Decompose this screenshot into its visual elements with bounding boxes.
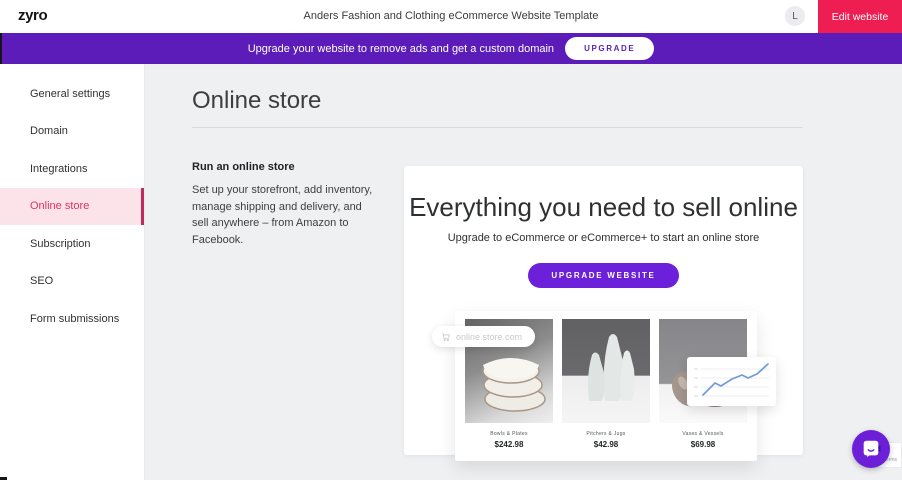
upgrade-banner: Upgrade your website to remove ads and g… bbox=[0, 33, 902, 64]
user-avatar[interactable]: L bbox=[785, 6, 805, 26]
sidebar-item-form-submissions[interactable]: Form submissions bbox=[0, 300, 144, 338]
section-title: Run an online store bbox=[192, 161, 374, 173]
frame-edge-artifact bbox=[0, 33, 2, 64]
section-description: Set up your storefront, add inventory, m… bbox=[192, 182, 374, 248]
sidebar-item-general-settings[interactable]: General settings bbox=[0, 75, 144, 113]
store-url-text: online.store.com bbox=[456, 332, 522, 342]
sidebar-item-online-store[interactable]: Online store bbox=[0, 188, 144, 226]
upgrade-banner-text: Upgrade your website to remove ads and g… bbox=[248, 43, 554, 55]
promo-heading: Everything you need to sell online bbox=[404, 192, 803, 223]
sidebar-item-integrations[interactable]: Integrations bbox=[0, 150, 144, 188]
title-divider bbox=[192, 127, 803, 128]
product-name: Vases & Vessels bbox=[659, 431, 747, 437]
chat-bubble-icon bbox=[860, 438, 882, 460]
store-url-pill: online.store.com bbox=[432, 326, 535, 347]
upgrade-website-button[interactable]: UPGRADE WEBSITE bbox=[528, 263, 678, 288]
sidebar-item-subscription[interactable]: Subscription bbox=[0, 225, 144, 263]
line-chart-icon bbox=[687, 357, 776, 406]
upgrade-button[interactable]: UPGRADE bbox=[565, 37, 654, 60]
product-price: $242.98 bbox=[465, 440, 553, 449]
product-name: Bowls & Plates bbox=[465, 431, 553, 437]
shopping-cart-icon bbox=[441, 332, 451, 342]
chat-widget-button[interactable] bbox=[852, 430, 890, 468]
page-title: Online store bbox=[192, 87, 321, 115]
run-store-section: Run an online store Set up your storefro… bbox=[192, 161, 374, 248]
product-price: $69.98 bbox=[659, 440, 747, 449]
promo-subheading: Upgrade to eCommerce or eCommerce+ to st… bbox=[404, 232, 803, 244]
edit-website-button[interactable]: Edit website bbox=[818, 0, 902, 33]
ecommerce-promo-card: Everything you need to sell online Upgra… bbox=[404, 166, 803, 455]
site-title: Anders Fashion and Clothing eCommerce We… bbox=[0, 10, 902, 22]
sidebar-item-seo[interactable]: SEO bbox=[0, 263, 144, 301]
sales-chart-card bbox=[687, 357, 776, 406]
top-bar: zyro Anders Fashion and Clothing eCommer… bbox=[0, 0, 902, 33]
product-name: Pitchers & Jugs bbox=[562, 431, 650, 437]
pitchers-product-image bbox=[562, 319, 650, 423]
product-card: Pitchers & Jugs $42.98 bbox=[562, 319, 650, 449]
sidebar-item-domain[interactable]: Domain bbox=[0, 113, 144, 151]
settings-sidebar: General settings Domain Integrations Onl… bbox=[0, 64, 145, 480]
product-price: $42.98 bbox=[562, 440, 650, 449]
pitchers-illustration bbox=[562, 319, 650, 423]
main-content: Online store Run an online store Set up … bbox=[145, 64, 902, 480]
